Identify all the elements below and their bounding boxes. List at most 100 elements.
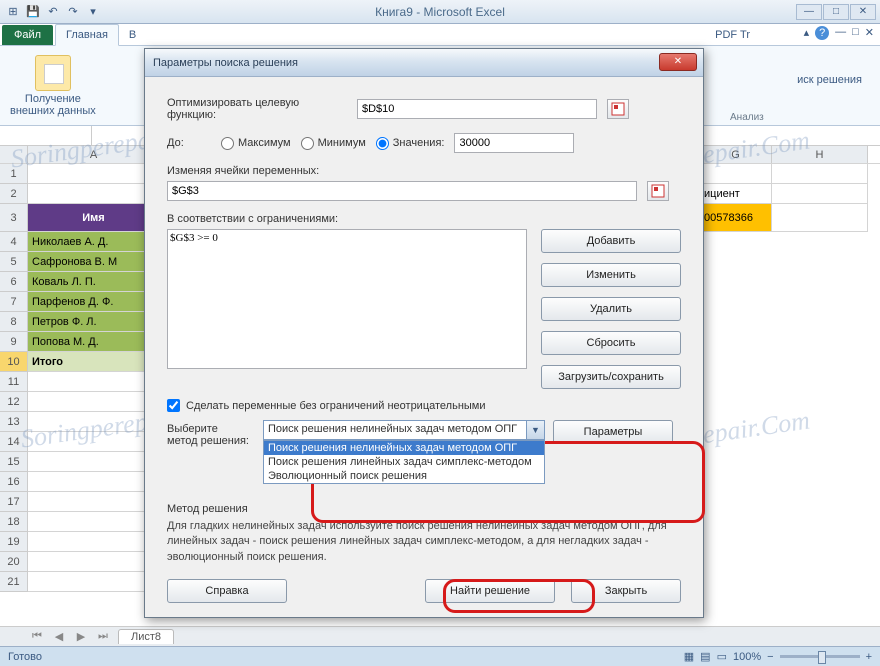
sheet-tab[interactable]: Лист8: [118, 629, 174, 644]
variables-ref-button[interactable]: [647, 181, 669, 201]
nonneg-checkbox[interactable]: Сделать переменные без ограничений неотр…: [167, 399, 681, 412]
help-icon[interactable]: ?: [815, 26, 829, 40]
method-option-1[interactable]: Поиск решения линейных задач симплекс-ме…: [264, 455, 544, 469]
undo-icon[interactable]: ↶: [44, 3, 62, 21]
row-5[interactable]: 5: [0, 252, 28, 272]
name-box[interactable]: [0, 126, 92, 145]
name-cell-7[interactable]: Парфенов Д. Ф.: [28, 292, 160, 312]
coef-cell[interactable]: 00578366: [700, 204, 772, 232]
qat-dropdown-icon[interactable]: ▾: [84, 3, 102, 21]
maximize-button[interactable]: □: [823, 4, 849, 20]
status-text: Готово: [8, 651, 42, 663]
row-11[interactable]: 11: [0, 372, 28, 392]
row-12[interactable]: 12: [0, 392, 28, 412]
row-15[interactable]: 15: [0, 452, 28, 472]
help-button[interactable]: Справка: [167, 579, 287, 603]
method-option-0[interactable]: Поиск решения нелинейных задач методом О…: [264, 441, 544, 455]
row-7[interactable]: 7: [0, 292, 28, 312]
workbook-close-icon[interactable]: ✕: [865, 26, 874, 40]
app-title: Книга9 - Microsoft Excel: [375, 5, 505, 19]
add-button[interactable]: Добавить: [541, 229, 681, 253]
workbook-min-icon[interactable]: —: [835, 26, 846, 40]
row-10[interactable]: 10: [0, 352, 28, 372]
name-cell-9[interactable]: Попова М. Д.: [28, 332, 160, 352]
variables-input[interactable]: [167, 181, 637, 201]
workbook-max-icon[interactable]: □: [852, 26, 859, 40]
method-option-2[interactable]: Эволюционный поиск решения: [264, 469, 544, 483]
name-cell-8[interactable]: Петров Ф. Л.: [28, 312, 160, 332]
row-20[interactable]: 20: [0, 552, 28, 572]
objective-ref-button[interactable]: [607, 99, 629, 119]
dialog-title: Параметры поиска решения: [153, 57, 298, 69]
select-all-corner[interactable]: [0, 146, 28, 163]
zoom-slider[interactable]: [780, 655, 860, 658]
row-2[interactable]: 2: [0, 184, 28, 204]
constraints-list[interactable]: $G$3 >= 0: [167, 229, 527, 369]
row-13[interactable]: 13: [0, 412, 28, 432]
name-header-cell[interactable]: Имя: [28, 204, 160, 232]
sheet-nav-prev-icon[interactable]: ◀: [52, 630, 66, 643]
minimize-button[interactable]: —: [796, 4, 822, 20]
file-tab[interactable]: Файл: [2, 25, 53, 45]
max-radio[interactable]: Максимум: [221, 137, 291, 150]
value-input[interactable]: [454, 133, 574, 153]
objective-input[interactable]: [357, 99, 597, 119]
solver-label: иск решения: [797, 74, 862, 86]
constraints-label: В соответствии с ограничениями:: [167, 213, 681, 225]
row-9[interactable]: 9: [0, 332, 28, 352]
row-17[interactable]: 17: [0, 492, 28, 512]
ribbon-min-icon[interactable]: ▴: [804, 26, 810, 40]
to-label: До:: [167, 137, 211, 149]
col-a[interactable]: A: [28, 146, 160, 163]
zoom-out-button[interactable]: −: [767, 651, 773, 663]
method-combo[interactable]: Поиск решения нелинейных задач методом О…: [263, 420, 545, 440]
close-window-button[interactable]: ✕: [850, 4, 876, 20]
name-cell-4[interactable]: Николаев А. Д.: [28, 232, 160, 252]
min-radio[interactable]: Минимум: [301, 137, 366, 150]
value-radio[interactable]: Значения:: [376, 137, 445, 150]
method-selected: Поиск решения нелинейных задач методом О…: [264, 421, 526, 439]
row-21[interactable]: 21: [0, 572, 28, 592]
row-18[interactable]: 18: [0, 512, 28, 532]
excel-icon: ⊞: [4, 3, 22, 21]
home-tab[interactable]: Главная: [55, 24, 119, 46]
dialog-close-button[interactable]: ✕: [659, 53, 697, 71]
ribbon-tabs: Файл Главная В PDF Tr ▴ ? — □ ✕: [0, 24, 880, 46]
solver-dialog: Параметры поиска решения ✕ Оптимизироват…: [144, 48, 704, 618]
get-external-data-button[interactable]: Получение внешних данных: [10, 55, 96, 117]
save-icon[interactable]: 💾: [24, 3, 42, 21]
sheet-nav-next-icon[interactable]: ▶: [74, 630, 88, 643]
analysis-group-label: Анализ: [730, 112, 764, 123]
dialog-titlebar: Параметры поиска решения ✕: [145, 49, 703, 77]
sheet-nav-first-icon[interactable]: ⏮: [30, 630, 44, 643]
row-6[interactable]: 6: [0, 272, 28, 292]
row-16[interactable]: 16: [0, 472, 28, 492]
insert-tab[interactable]: В: [119, 25, 146, 45]
name-cell-5[interactable]: Сафронова В. М: [28, 252, 160, 272]
row-14[interactable]: 14: [0, 432, 28, 452]
row-8[interactable]: 8: [0, 312, 28, 332]
reset-button[interactable]: Сбросить: [541, 331, 681, 355]
total-cell[interactable]: Итого: [28, 352, 160, 372]
delete-button[interactable]: Удалить: [541, 297, 681, 321]
zoom-in-button[interactable]: +: [866, 651, 872, 663]
name-cell-6[interactable]: Коваль Л. П.: [28, 272, 160, 292]
row-3[interactable]: 3: [0, 204, 28, 232]
row-19[interactable]: 19: [0, 532, 28, 552]
find-solution-button[interactable]: Найти решение: [425, 579, 555, 603]
coef-label-cell[interactable]: ициент: [700, 184, 772, 204]
chevron-down-icon[interactable]: ▼: [526, 421, 544, 439]
method-header: Метод решения: [167, 503, 681, 515]
close-button[interactable]: Закрыть: [571, 579, 681, 603]
row-1[interactable]: 1: [0, 164, 28, 184]
row-4[interactable]: 4: [0, 232, 28, 252]
params-button[interactable]: Параметры: [553, 420, 673, 444]
sheet-nav-last-icon[interactable]: ⏭: [96, 630, 110, 643]
load-save-button[interactable]: Загрузить/сохранить: [541, 365, 681, 389]
pdf-tab[interactable]: PDF Tr: [705, 25, 760, 45]
change-button[interactable]: Изменить: [541, 263, 681, 287]
col-g[interactable]: G: [700, 146, 772, 163]
col-h[interactable]: H: [772, 146, 868, 163]
method-label: Выберите метод решения:: [167, 420, 255, 447]
redo-icon[interactable]: ↷: [64, 3, 82, 21]
